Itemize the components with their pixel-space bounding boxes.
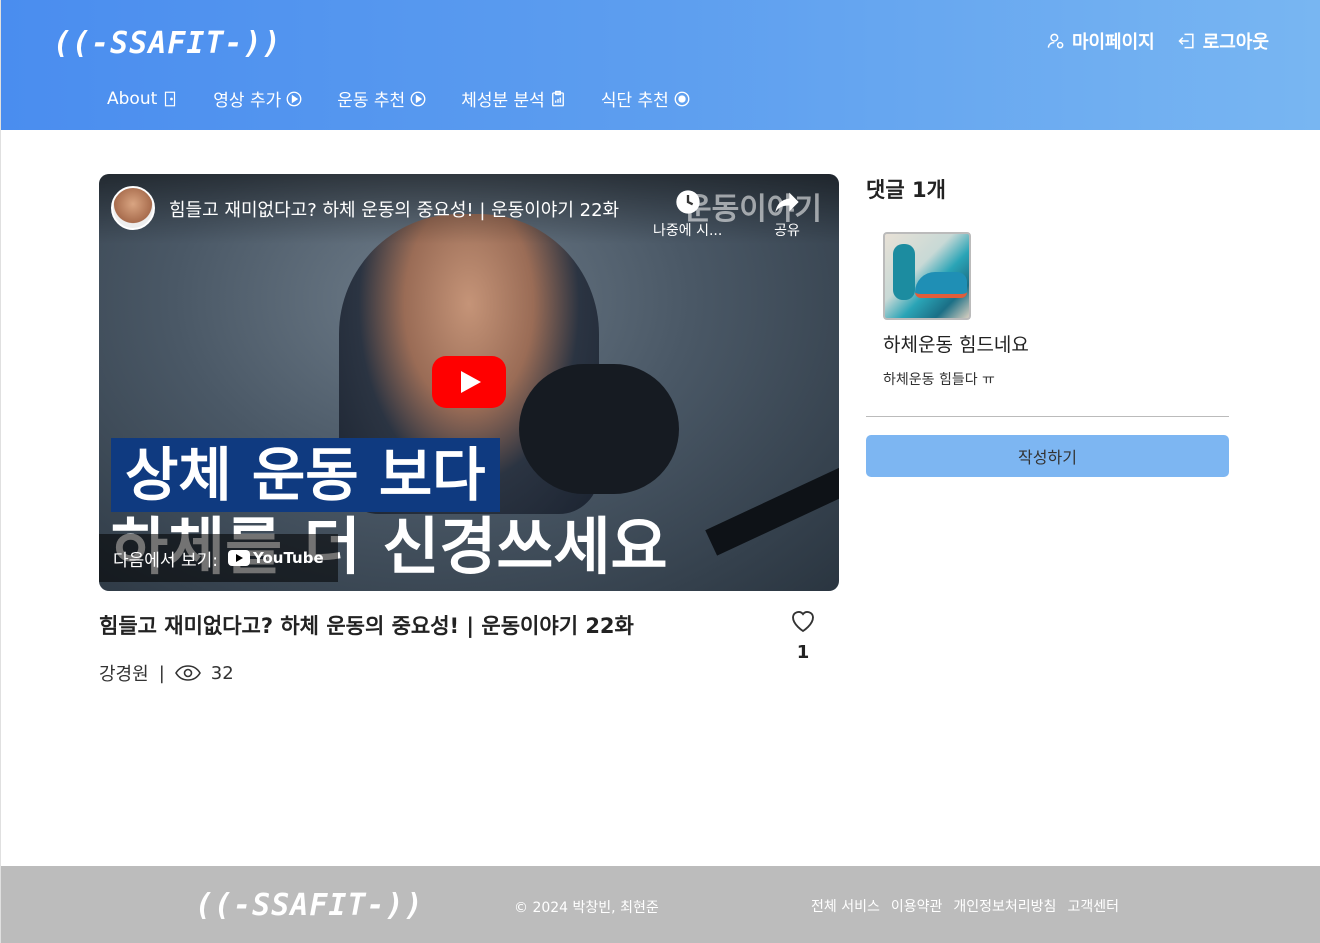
write-comment-button[interactable]: 작성하기 bbox=[866, 435, 1229, 477]
footer-logo[interactable]: ((-SSAFIT-)) bbox=[195, 888, 424, 923]
footer-link-privacy[interactable]: 개인정보처리방침 bbox=[953, 896, 1056, 916]
share-button[interactable]: 공유 bbox=[773, 188, 801, 240]
top-actions: 마이페이지 로그아웃 bbox=[1046, 28, 1269, 54]
nav-label: 영상 추가 bbox=[213, 91, 282, 111]
watch-later-button[interactable]: 나중에 시... bbox=[653, 188, 722, 240]
footer-link-terms[interactable]: 이용약관 bbox=[891, 896, 943, 916]
nav-label: 운동 추천 bbox=[337, 91, 406, 111]
logout-button[interactable]: 로그아웃 bbox=[1177, 28, 1269, 54]
nav-item-exercise[interactable]: 운동 추천 bbox=[337, 86, 427, 111]
shoe-shape bbox=[915, 272, 967, 298]
share-label: 공유 bbox=[774, 223, 800, 239]
footer-link-support[interactable]: 고객센터 bbox=[1067, 896, 1119, 916]
youtube-play-icon bbox=[227, 550, 250, 566]
video-caption-line1: 상체 운동 보다 bbox=[111, 438, 500, 512]
watch-on-label: 다음에서 보기: bbox=[113, 550, 218, 571]
copyright: © 2024 박창빈, 최현준 bbox=[514, 900, 659, 916]
video-thumbnail-mic-arm bbox=[705, 420, 839, 556]
user-settings-icon bbox=[1047, 33, 1064, 49]
play-circle-icon bbox=[410, 91, 426, 106]
author-name: 강경원 bbox=[99, 664, 149, 685]
heart-icon[interactable] bbox=[787, 606, 819, 636]
nav-item-diet[interactable]: 식단 추천 bbox=[601, 86, 691, 111]
comment-title: 하체운동 힘드네요 bbox=[883, 334, 1029, 356]
channel-avatar[interactable] bbox=[111, 186, 155, 230]
nav-item-add-video[interactable]: 영상 추가 bbox=[213, 86, 303, 111]
header: ((-SSAFIT-)) 마이페이지 로그아웃 About 영상 추가 운동 추… bbox=[1, 0, 1320, 130]
eye-icon bbox=[174, 665, 201, 681]
watch-on-youtube-button[interactable]: 다음에서 보기: YouTube bbox=[99, 534, 338, 582]
meta-separator: | bbox=[158, 662, 165, 684]
video-thumbnail-mic bbox=[519, 364, 679, 494]
main-nav: About 영상 추가 운동 추천 체성분 분석 식단 추천 bbox=[107, 86, 691, 111]
video-overlay-title[interactable]: 힘들고 재미없다고? 하체 운동의 중요성! | 운동이야기 22화 bbox=[169, 196, 639, 222]
play-circle-icon bbox=[286, 91, 302, 106]
youtube-logo: YouTube bbox=[227, 549, 324, 567]
logo[interactable]: ((-SSAFIT-)) bbox=[53, 26, 282, 61]
food-icon bbox=[674, 91, 690, 106]
comments-divider bbox=[866, 416, 1229, 417]
share-icon bbox=[775, 192, 799, 213]
youtube-label: YouTube bbox=[252, 549, 324, 567]
nav-label: About bbox=[107, 88, 158, 109]
mypage-label: 마이페이지 bbox=[1071, 32, 1155, 53]
logout-icon bbox=[1178, 33, 1194, 49]
footer: ((-SSAFIT-)) © 2024 박창빈, 최현준 전체 서비스 이용약관… bbox=[1, 866, 1320, 943]
footer-link-all-services[interactable]: 전체 서비스 bbox=[811, 896, 880, 916]
nav-item-body-analysis[interactable]: 체성분 분석 bbox=[461, 86, 567, 111]
comments-header: 댓글 1개 bbox=[866, 178, 946, 202]
comment-image bbox=[883, 232, 971, 320]
clock-icon bbox=[675, 190, 700, 214]
comment-body: 하체운동 힘들다 ㅠ bbox=[883, 372, 995, 388]
mypage-button[interactable]: 마이페이지 bbox=[1046, 28, 1155, 54]
nav-label: 식단 추천 bbox=[600, 91, 669, 111]
video-title: 힘들고 재미없다고? 하체 운동의 중요성! | 운동이야기 22화 bbox=[99, 614, 634, 638]
nav-item-about[interactable]: About bbox=[107, 86, 179, 111]
like-count: 1 bbox=[796, 642, 810, 663]
nav-label: 체성분 분석 bbox=[461, 91, 545, 111]
footer-links: 전체 서비스 이용약관 개인정보처리방침 고객센터 bbox=[811, 896, 1119, 916]
video-player[interactable]: 힘들고 재미없다고? 하체 운동의 중요성! | 운동이야기 22화 운동이야기… bbox=[99, 174, 839, 591]
dumbbell-shape bbox=[893, 244, 915, 300]
view-count: 32 bbox=[210, 662, 234, 684]
clipboard-chart-icon bbox=[551, 90, 564, 106]
watch-later-label: 나중에 시... bbox=[653, 223, 723, 239]
logout-label: 로그아웃 bbox=[1202, 32, 1269, 53]
play-button[interactable] bbox=[432, 356, 506, 408]
door-icon bbox=[165, 91, 176, 106]
video-meta: 강경원 | 32 bbox=[99, 660, 234, 686]
